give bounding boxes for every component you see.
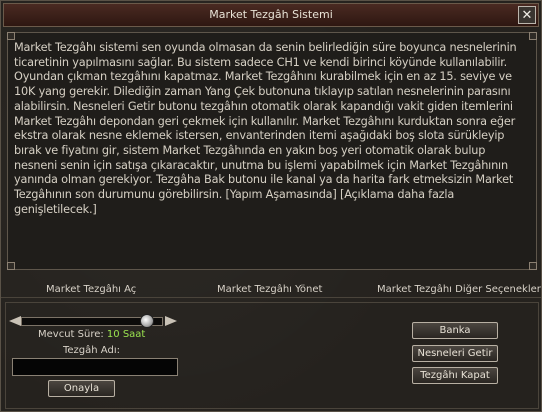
slider-right-cap-icon (165, 316, 177, 326)
duration-value: 10 Saat (106, 329, 146, 340)
duration-slider[interactable] (9, 314, 177, 328)
duration-label: Mevcut Süre: (38, 329, 107, 340)
close-stall-button[interactable]: Tezgâhı Kapat (412, 367, 498, 384)
section-other-label: Market Tezgâhı Diğer Seçenekler (377, 284, 541, 295)
corner-ornament (529, 262, 537, 270)
retrieve-items-button[interactable]: Nesneleri Getir (412, 345, 498, 362)
close-icon[interactable]: ✕ (518, 6, 536, 24)
confirm-button[interactable]: Onayla (48, 380, 115, 397)
corner-ornament (7, 262, 15, 270)
section-open-label: Market Tezgâhı Aç (46, 284, 137, 295)
corner-ornament (7, 32, 15, 40)
section-manage-label: Market Tezgâhı Yönet (217, 284, 323, 295)
divider (1, 297, 541, 298)
slider-left-cap-icon (9, 316, 21, 326)
slider-knob[interactable] (140, 314, 154, 328)
title-bar[interactable]: Market Tezgâh Sistemi ✕ (3, 3, 539, 27)
stall-name-label: Tezgâh Adı: (63, 345, 120, 356)
duration-readout: Mevcut Süre: 10 Saat (38, 329, 145, 340)
market-stall-window: Market Tezgâh Sistemi ✕ Market Tezgâhı s… (0, 0, 542, 412)
window-title: Market Tezgâh Sistemi (209, 8, 333, 21)
info-panel: Market Tezgâhı sistemi sen oyunda olmasa… (7, 32, 537, 270)
stall-name-input[interactable] (12, 358, 178, 376)
corner-ornament (529, 32, 537, 40)
info-text: Market Tezgâhı sistemi sen oyunda olmasa… (14, 41, 517, 216)
bank-button[interactable]: Banka (412, 322, 498, 339)
